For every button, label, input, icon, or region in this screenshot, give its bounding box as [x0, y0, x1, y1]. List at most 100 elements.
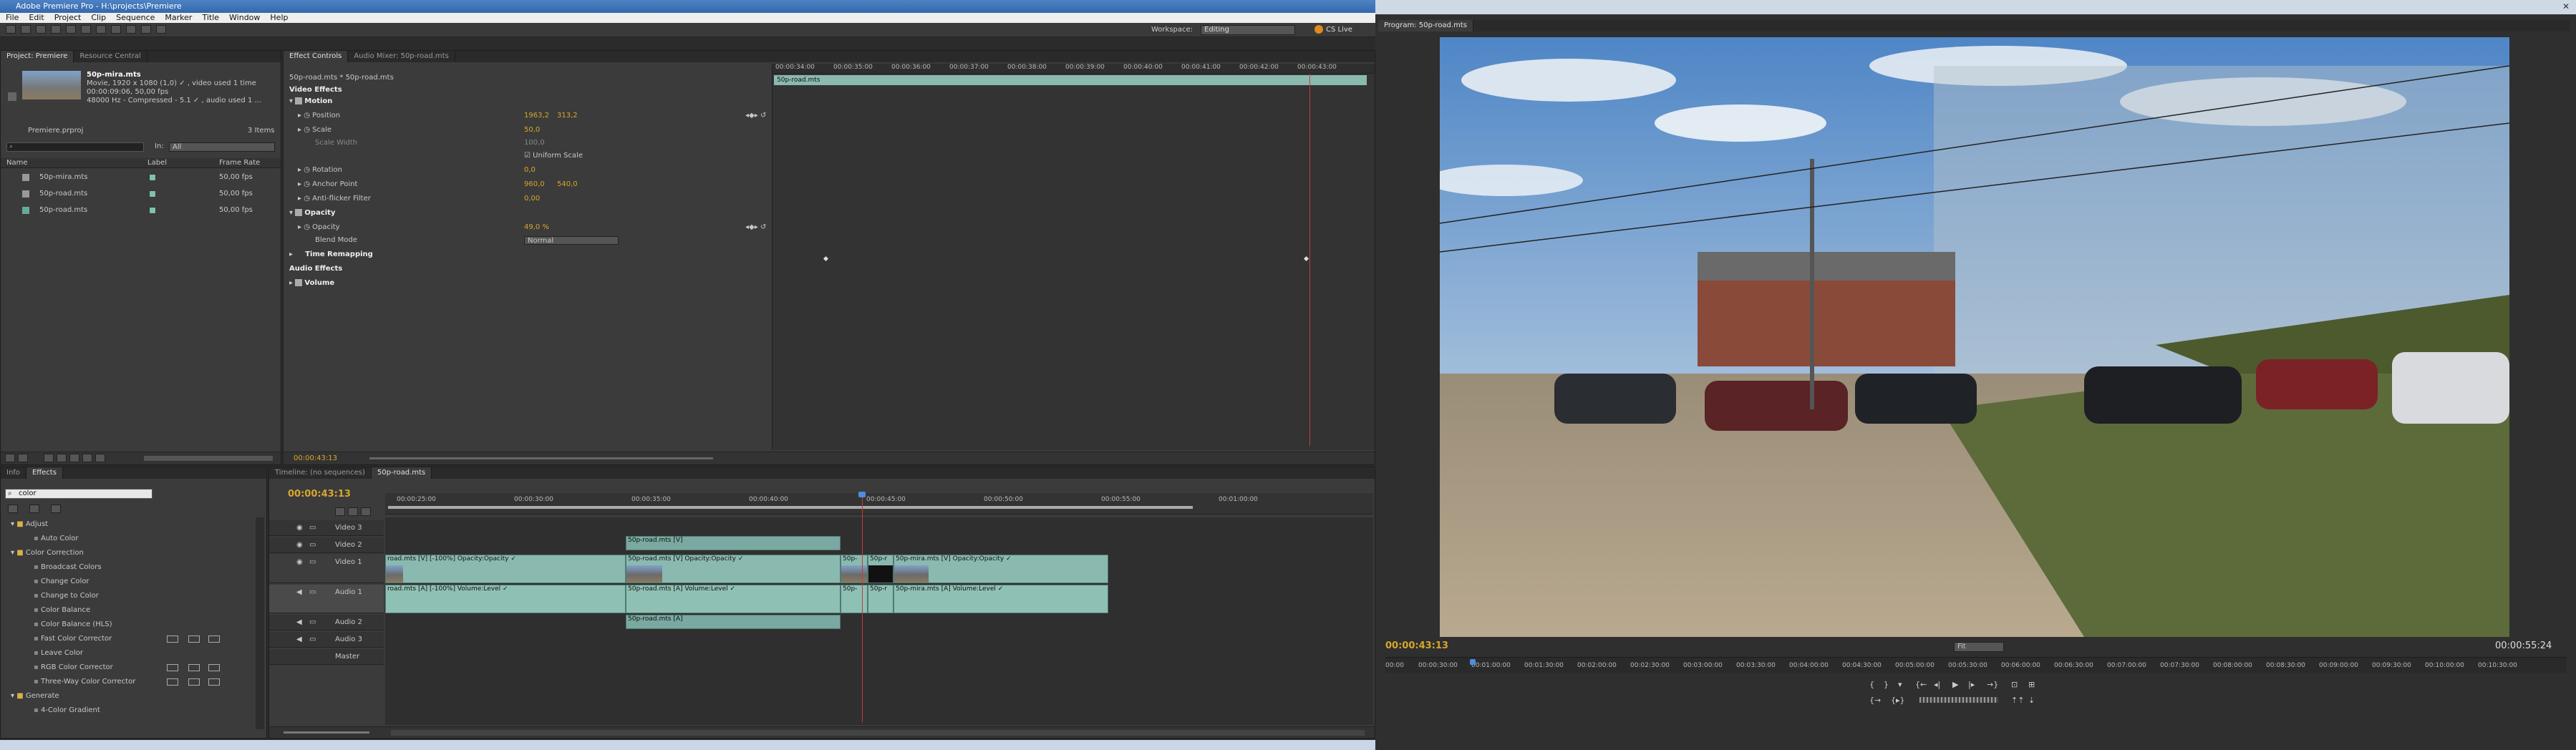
track-audio-2[interactable]: ◀ ▭ Audio 2 — [269, 615, 384, 630]
extract-button[interactable]: ⇣ — [2028, 696, 2035, 705]
speaker-icon[interactable]: ◀ — [296, 615, 302, 630]
project-search-input[interactable]: ⌕ — [6, 142, 144, 152]
tree-folder-generate[interactable]: ▾ ■ Generate — [1, 689, 255, 703]
antiflicker-value[interactable]: 0,00 — [524, 193, 540, 205]
expand-arrow-icon[interactable]: ▸ — [298, 112, 301, 120]
menu-help[interactable]: Help — [270, 13, 288, 23]
tree-item-rgb-color-corrector[interactable]: ▪ RGB Color Corrector — [1, 661, 255, 675]
tree-item-auto-color[interactable]: ▪ Auto Color — [1, 532, 255, 546]
list-item[interactable]: 50p-mira.mts 50,00 fps — [1, 170, 281, 185]
list-item[interactable]: 50p-road.mts 50,00 fps — [1, 203, 281, 218]
lock-icon[interactable]: ▭ — [309, 555, 316, 570]
clip-v1-short-a[interactable]: 50p- — [841, 555, 868, 583]
time-remapping-row[interactable]: ▸ Time Remapping — [289, 248, 762, 261]
anchor-y-value[interactable]: 540,0 — [557, 178, 578, 191]
step-forward-button[interactable]: |▸ — [1968, 680, 1975, 689]
keyframe-nav-icon[interactable]: ◂◆▸ ↺ — [745, 109, 766, 122]
stopwatch-icon[interactable]: ◷ — [304, 223, 310, 231]
lift-button[interactable]: ⇡⇡ — [2011, 696, 2024, 705]
set-marker-icon[interactable] — [348, 507, 358, 516]
rolling-edit-tool-icon[interactable] — [51, 25, 61, 34]
expand-arrow-icon[interactable]: ▸ — [289, 279, 293, 287]
icon-view-icon[interactable] — [18, 454, 28, 462]
lock-icon[interactable]: ▭ — [309, 520, 316, 536]
tree-item-change-to-color[interactable]: ▪ Change to Color — [1, 589, 255, 603]
position-x-value[interactable]: 1963,2 — [524, 109, 549, 122]
track-audio-1[interactable]: ◀ ▭ Audio 1 — [269, 585, 384, 613]
track-master[interactable]: Master — [269, 649, 384, 665]
tree-folder-adjust[interactable]: ▾ ■ Adjust — [1, 517, 255, 532]
anchor-x-value[interactable]: 960,0 — [524, 178, 545, 191]
program-close-icon[interactable]: ✕ — [2561, 1, 2571, 11]
menu-title[interactable]: Title — [202, 13, 219, 23]
playhead-line[interactable] — [1309, 74, 1310, 446]
marker-button[interactable]: ▾ — [1898, 680, 1902, 689]
razor-tool-icon[interactable] — [81, 25, 91, 34]
slip-tool-icon[interactable] — [96, 25, 106, 34]
tree-item-broadcast-colors[interactable]: ▪ Broadcast Colors — [1, 560, 255, 575]
ec-time-ruler[interactable]: 00:00:34:00 00:00:35:00 00:00:36:00 00:0… — [773, 64, 1375, 74]
tab-sequence-50p-road[interactable]: 50p-road.mts — [371, 467, 432, 479]
program-time-ruler[interactable]: 00:00 00:00:30:00 00:01:00:00 00:01:30:0… — [1385, 657, 2567, 673]
tab-timeline-no-sequences[interactable]: Timeline: (no sequences) — [269, 467, 372, 479]
lane-clip-bar[interactable]: 50p-road.mts — [774, 75, 1367, 85]
tab-audio-mixer[interactable]: Audio Mixer: 50p-road.mts — [348, 51, 455, 62]
add-marker-icon[interactable] — [361, 507, 371, 516]
expand-arrow-icon[interactable]: ▸ — [298, 180, 301, 188]
ec-zoom-slider[interactable] — [369, 457, 713, 459]
tab-info[interactable]: Info — [1, 467, 26, 479]
find-icon[interactable] — [57, 454, 67, 462]
tree-folder-color-correction[interactable]: ▾ ■ Color Correction — [1, 546, 255, 560]
clip-a1-short-a[interactable]: 50p- — [841, 585, 868, 613]
go-to-prev-edit-button[interactable]: {→ — [1869, 696, 1881, 705]
mark-out-button[interactable]: } — [1884, 680, 1889, 689]
eye-icon[interactable]: ◉ — [296, 520, 303, 536]
accelerated-effects-icon[interactable] — [8, 505, 18, 513]
32bit-effects-icon[interactable] — [29, 505, 39, 513]
pen-tool-icon[interactable] — [126, 25, 136, 34]
clip-a2-50p-road[interactable]: 50p-road.mts [A] — [626, 615, 841, 629]
slide-tool-icon[interactable] — [111, 25, 121, 34]
clip-a1-road-reverse[interactable]: road.mts [A] [-100%] Volume:Level ✓ — [385, 585, 626, 613]
expand-arrow-icon[interactable]: ▸ — [298, 223, 301, 231]
yuv-effects-icon[interactable] — [51, 505, 61, 513]
menu-file[interactable]: File — [6, 13, 19, 23]
menu-edit[interactable]: Edit — [29, 13, 44, 23]
step-back-button[interactable]: ◂| — [1934, 680, 1940, 689]
tree-item-4-color-gradient[interactable]: ▪ 4-Color Gradient — [1, 703, 255, 718]
tree-item-three-way-color-corrector[interactable]: ▪ Three-Way Color Corrector — [1, 675, 255, 689]
tab-program-monitor[interactable]: Program: 50p-road.mts — [1378, 20, 1473, 31]
tab-project[interactable]: Project: Premiere — [1, 51, 74, 62]
menu-window[interactable]: Window — [229, 13, 260, 23]
volume-effect[interactable]: ▸ Volume — [289, 277, 762, 290]
program-playhead-icon[interactable] — [1470, 659, 1476, 665]
clip-a1-50p-road[interactable]: 50p-road.mts [A] Volume:Level ✓ — [626, 585, 841, 613]
expand-arrow-icon[interactable]: ▸ — [298, 126, 301, 134]
in-select[interactable]: All — [169, 142, 275, 152]
stopwatch-icon[interactable]: ◷ — [304, 180, 310, 188]
new-item-icon[interactable] — [82, 454, 92, 462]
tree-item-color-balance-hls[interactable]: ▪ Color Balance (HLS) — [1, 618, 255, 632]
zoom-tool-icon[interactable] — [156, 25, 166, 34]
eye-icon[interactable]: ◉ — [296, 537, 303, 553]
keyframe-nav-icon[interactable]: ◂◆▸ ↺ — [745, 221, 766, 234]
selection-tool-icon[interactable] — [6, 25, 16, 34]
rotation-value[interactable]: 0,0 — [524, 164, 536, 177]
track-video-1[interactable]: ◉ ▭ Video 1 — [269, 555, 384, 583]
lock-icon[interactable]: ▭ — [309, 585, 316, 600]
track-video-2[interactable]: ◉ ▭ Video 2 — [269, 537, 384, 553]
menu-marker[interactable]: Marker — [165, 13, 192, 23]
play-preview-icon[interactable] — [8, 92, 16, 101]
tree-item-fast-color-corrector[interactable]: ▪ Fast Color Corrector — [1, 632, 255, 646]
new-bin-icon[interactable] — [69, 454, 79, 462]
position-y-value[interactable]: 313,2 — [557, 109, 578, 122]
track-audio-3[interactable]: ◀ ▭ Audio 3 — [269, 632, 384, 648]
tree-item-change-color[interactable]: ▪ Change Color — [1, 575, 255, 589]
list-view-icon[interactable] — [5, 454, 15, 462]
work-area-bar[interactable] — [388, 506, 1193, 509]
menu-sequence[interactable]: Sequence — [116, 13, 155, 23]
tab-effect-controls[interactable]: Effect Controls — [284, 51, 349, 62]
track-video-3[interactable]: ◉ ▭ Video 3 — [269, 520, 384, 536]
column-label[interactable]: Label — [147, 158, 167, 168]
clip-v1-50p-road[interactable]: 50p-road.mts [V] Opacity:Opacity ✓ — [626, 555, 841, 583]
